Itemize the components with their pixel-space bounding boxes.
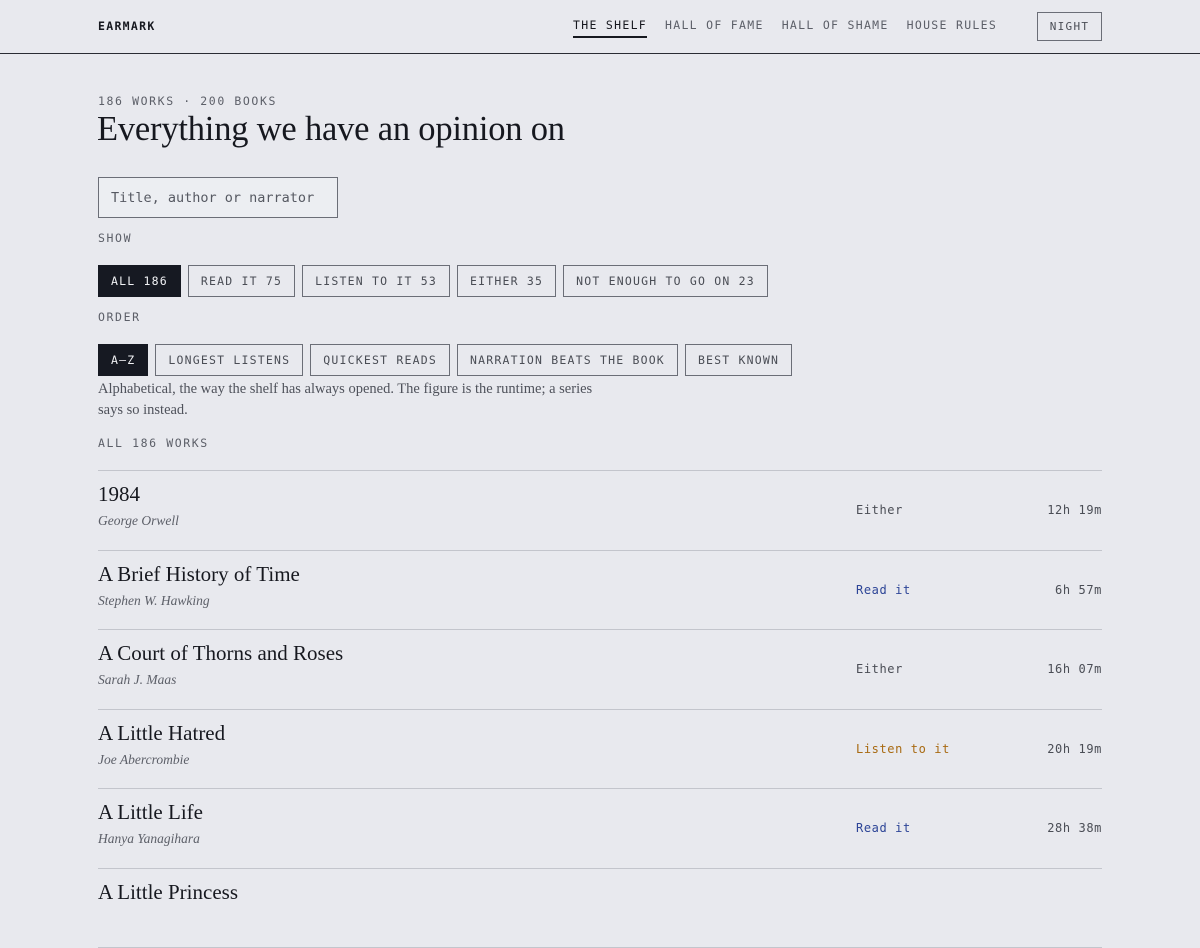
nav-house-rules[interactable]: HOUSE RULES: [907, 18, 997, 38]
work-title[interactable]: A Little Hatred: [98, 721, 225, 746]
list-count-label: ALL 186 WORKS: [98, 436, 209, 450]
work-runtime: 12h 19m: [1047, 503, 1102, 517]
order-best-known[interactable]: BEST KNOWN: [685, 344, 792, 376]
nav-the-shelf[interactable]: THE SHELF: [573, 18, 647, 38]
order-narration-beats-book[interactable]: NARRATION BEATS THE BOOK: [457, 344, 678, 376]
list-item[interactable]: A Court of Thorns and Roses Sarah J. Maa…: [98, 630, 1102, 710]
work-title[interactable]: A Little Princess: [98, 880, 238, 905]
work-author: George Orwell: [98, 513, 179, 529]
work-author: Joe Abercrombie: [98, 752, 189, 768]
order-description: Alphabetical, the way the shelf has alwa…: [98, 379, 598, 421]
work-runtime: 20h 19m: [1047, 742, 1102, 756]
search-input[interactable]: [98, 177, 338, 218]
list-item[interactable]: A Little Princess: [98, 869, 1102, 948]
work-author: Hanya Yanagihara: [98, 831, 200, 847]
filter-all[interactable]: ALL 186: [98, 265, 181, 297]
order-group: A–Z LONGEST LISTENS QUICKEST READS NARRA…: [98, 344, 799, 376]
main-nav: THE SHELF HALL OF FAME HALL OF SHAME HOU…: [573, 18, 1015, 38]
filter-either[interactable]: EITHER 35: [457, 265, 556, 297]
work-verdict: Either: [856, 503, 903, 517]
order-longest-listens[interactable]: LONGEST LISTENS: [155, 344, 303, 376]
list-item[interactable]: A Little Life Hanya Yanagihara Read it 2…: [98, 789, 1102, 869]
work-author: Sarah J. Maas: [98, 672, 176, 688]
work-verdict: Either: [856, 662, 903, 676]
order-a-z[interactable]: A–Z: [98, 344, 148, 376]
brand-logo[interactable]: EARMARK: [98, 19, 156, 33]
top-bar: EARMARK THE SHELF HALL OF FAME HALL OF S…: [0, 0, 1200, 54]
work-verdict: Read it: [856, 821, 911, 835]
show-label: SHOW: [98, 231, 132, 245]
work-title[interactable]: A Little Life: [98, 800, 203, 825]
work-author: Stephen W. Hawking: [98, 593, 210, 609]
filter-not-enough[interactable]: NOT ENOUGH TO GO ON 23: [563, 265, 768, 297]
page-title: Everything we have an opinion on: [97, 110, 565, 149]
list-item[interactable]: 1984 George Orwell Either 12h 19m: [98, 471, 1102, 551]
work-title[interactable]: 1984: [98, 482, 140, 507]
filter-listen-to-it[interactable]: LISTEN TO IT 53: [302, 265, 450, 297]
collection-count: 186 WORKS · 200 BOOKS: [98, 94, 277, 108]
show-filter-group: ALL 186 READ IT 75 LISTEN TO IT 53 EITHE…: [98, 265, 775, 297]
work-verdict: Listen to it: [856, 742, 950, 756]
work-runtime: 16h 07m: [1047, 662, 1102, 676]
work-runtime: 28h 38m: [1047, 821, 1102, 835]
order-quickest-reads[interactable]: QUICKEST READS: [310, 344, 450, 376]
nav-hall-of-shame[interactable]: HALL OF SHAME: [782, 18, 889, 38]
nav-hall-of-fame[interactable]: HALL OF FAME: [665, 18, 764, 38]
order-label: ORDER: [98, 310, 141, 324]
work-title[interactable]: A Brief History of Time: [98, 562, 300, 587]
list-item[interactable]: A Little Hatred Joe Abercrombie Listen t…: [98, 710, 1102, 790]
works-list: 1984 George Orwell Either 12h 19m A Brie…: [98, 470, 1102, 948]
work-runtime: 6h 57m: [1055, 583, 1102, 597]
list-item[interactable]: A Brief History of Time Stephen W. Hawki…: [98, 551, 1102, 631]
night-mode-button[interactable]: NIGHT: [1037, 12, 1102, 41]
filter-read-it[interactable]: READ IT 75: [188, 265, 295, 297]
work-title[interactable]: A Court of Thorns and Roses: [98, 641, 343, 666]
work-verdict: Read it: [856, 583, 911, 597]
